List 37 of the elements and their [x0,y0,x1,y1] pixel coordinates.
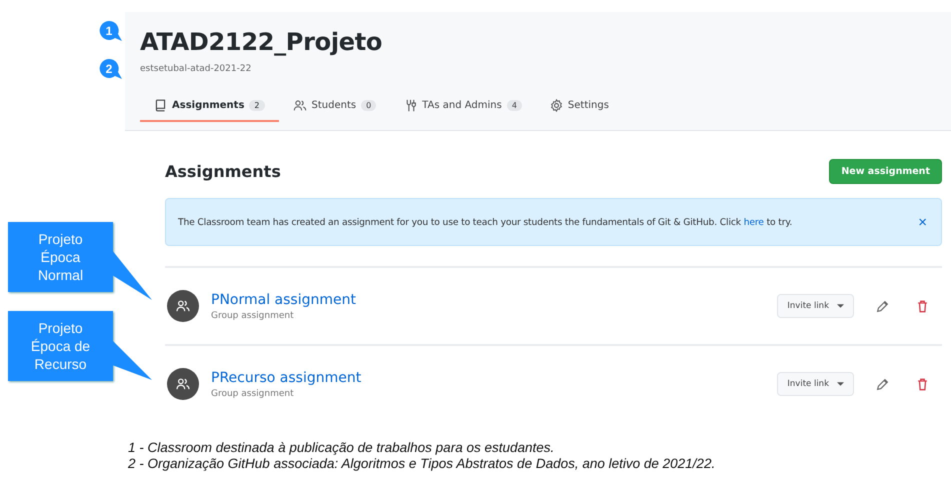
tab[interactable]: Settings [536,95,623,122]
caret-icon [837,304,844,308]
pencil-icon[interactable] [876,378,889,390]
people-icon [292,99,306,112]
close-button[interactable]: × [916,214,929,230]
assignment-type: Group assignment [211,388,295,398]
tab[interactable]: Assignments 2 [140,95,278,122]
organization-name: estsetubal-atad-2021-22 [140,64,252,74]
count-badge: 0 [361,100,376,111]
callout-pointer [112,250,152,300]
footnote: 2 - Organização GitHub associada: Algoritmos e Tipos Abstratos de Dados, ano letivo de 2021/22. [128,456,716,472]
trash-icon[interactable] [917,300,928,312]
tab[interactable]: Students 0 [278,95,390,122]
gear-icon [550,99,563,112]
number-marker: 1 [99,20,123,42]
number-marker: 2 [99,58,123,80]
trash-icon[interactable] [917,378,928,390]
pencil-icon[interactable] [876,300,889,312]
assignment-title[interactable]: PNormal assignment [211,292,778,308]
tab[interactable]: TAs and Admins 4 [390,95,536,122]
invite-link-button[interactable]: Invite link [777,294,854,318]
here-link[interactable]: here [744,216,764,228]
classroom-title: ATAD2122_Projeto [140,28,384,56]
callout-pointer [112,340,152,380]
assignment-type: Group assignment [211,310,295,320]
people-icon [176,378,190,390]
section-heading: Assignments [165,162,281,181]
banner-text: The Classroom team has created an assignment for you to use to teach your students the fundamentals of Git & GitHub. Click here to try. [178,216,792,228]
count-badge: 2 [249,100,264,111]
assignment-title[interactable]: PRecurso assignment [211,370,778,386]
tools-icon [404,99,418,112]
people-icon [176,300,190,312]
count-badge: 4 [506,100,522,111]
caret-icon [837,382,844,386]
footnote: 1 - Classroom destinada à publicação de trabalhos para os estudantes. [128,440,556,456]
book-icon [154,99,167,112]
invite-link-button[interactable]: Invite link [777,372,854,396]
